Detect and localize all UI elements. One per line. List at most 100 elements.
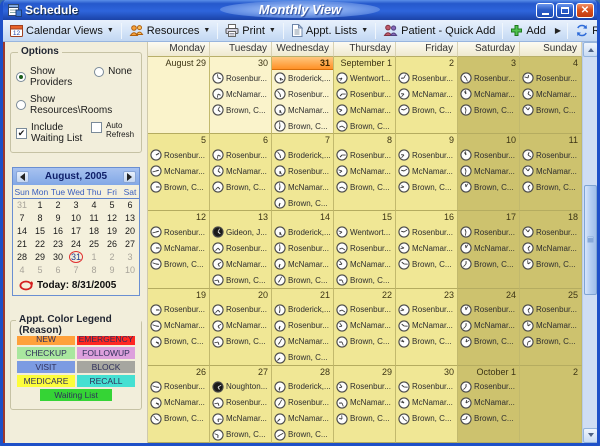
appointment-entry[interactable]: McNamar... (334, 163, 395, 179)
appointment-entry[interactable]: McNamar... (396, 86, 457, 102)
calendar-cell[interactable]: 9Rosenbur...McNamar...Brown, C... (396, 134, 458, 211)
calendar-cell[interactable]: 24Rosenbur...McNamar...Brown, C... (458, 289, 520, 366)
mini-calendar-day-cell[interactable]: 4 (85, 199, 103, 212)
mini-calendar-day-cell[interactable]: 17 (67, 225, 85, 238)
mini-calendar-day-cell[interactable]: 5 (103, 199, 121, 212)
mini-calendar-next-button[interactable] (123, 171, 136, 183)
calendar-cell[interactable]: September 1Wentwort...Rosenbur...McNamar… (334, 57, 396, 134)
mini-calendar-day-cell[interactable]: 2 (49, 199, 67, 212)
mini-calendar-day-cell[interactable]: 9 (49, 212, 67, 225)
appointment-entry[interactable]: Brown, C... (272, 272, 333, 288)
appointment-entry[interactable]: Rosenbur... (520, 302, 581, 318)
appointment-entry[interactable]: Brown, C... (396, 102, 457, 118)
calendar-cell[interactable]: 17Rosenbur...McNamar...Brown, C... (458, 211, 520, 288)
appointment-entry[interactable]: Rosenbur... (210, 147, 271, 163)
toolbar-refresh-button[interactable]: Refresh (570, 22, 600, 39)
appointment-entry[interactable]: Gideon, J... (210, 224, 271, 240)
appointment-entry[interactable]: Rosenbur... (334, 302, 395, 318)
appointment-entry[interactable]: McNamar... (520, 86, 581, 102)
appointment-entry[interactable]: Rosenbur... (148, 147, 209, 163)
calendar-cell[interactable]: 7Broderick,...Rosenbur...McNamar...Brown… (272, 134, 334, 211)
appointment-entry[interactable]: McNamar... (520, 163, 581, 179)
toolbar-appt-lists-button[interactable]: Appt. Lists▼ (286, 22, 373, 39)
appointment-entry[interactable]: McNamar... (210, 163, 271, 179)
calendar-cell[interactable]: 3Rosenbur...McNamar...Brown, C... (458, 57, 520, 134)
appointment-entry[interactable]: Brown, C... (396, 334, 457, 350)
mini-calendar-day-cell[interactable]: 8 (31, 212, 49, 225)
appointment-entry[interactable]: Brown, C... (458, 334, 519, 350)
appointment-entry[interactable]: McNamar... (396, 240, 457, 256)
mini-calendar-day-cell[interactable]: 14 (13, 225, 31, 238)
mini-calendar-day-cell[interactable]: 18 (85, 225, 103, 238)
minimize-button[interactable] (536, 3, 554, 18)
appointment-entry[interactable]: Brown, C... (520, 179, 581, 195)
mini-calendar-day-cell[interactable]: 3 (121, 251, 139, 264)
vertical-scrollbar[interactable] (582, 42, 597, 443)
mini-calendar-day-cell[interactable]: 30 (49, 251, 67, 264)
mini-calendar-day-cell[interactable]: 8 (85, 264, 103, 277)
mini-calendar-day-cell[interactable]: 25 (85, 238, 103, 251)
appointment-entry[interactable]: Brown, C... (148, 179, 209, 195)
mini-calendar-today-cell[interactable]: 31 (67, 251, 85, 264)
appointment-entry[interactable]: Brown, C... (272, 350, 333, 366)
appointment-entry[interactable]: McNamar... (148, 163, 209, 179)
appointment-entry[interactable]: Rosenbur... (148, 302, 209, 318)
appointment-entry[interactable]: Brown, C... (396, 411, 457, 427)
mini-calendar-day-cell[interactable]: 1 (31, 199, 49, 212)
calendar-cell[interactable]: 10Rosenbur...McNamar...Brown, C... (458, 134, 520, 211)
mini-calendar-day-cell[interactable]: 10 (121, 264, 139, 277)
appointment-entry[interactable]: McNamar... (520, 240, 581, 256)
scroll-up-button[interactable] (583, 42, 598, 57)
calendar-cell[interactable]: 15Wentwort...Rosenbur...McNamar...Brown,… (334, 211, 396, 288)
appointment-entry[interactable]: Rosenbur... (396, 379, 457, 395)
calendar-cell[interactable]: 23Rosenbur...McNamar...Brown, C... (396, 289, 458, 366)
calendar-cell[interactable]: 30Rosenbur...McNamar...Brown, C... (210, 57, 272, 134)
appointment-entry[interactable]: Rosenbur... (272, 395, 333, 411)
calendar-cell[interactable]: 11Rosenbur...McNamar...Brown, C... (520, 134, 582, 211)
appointment-entry[interactable]: Brown, C... (334, 179, 395, 195)
appointment-entry[interactable]: Brown, C... (520, 256, 581, 272)
calendar-cell[interactable]: 13Gideon, J...Rosenbur...McNamar...Brown… (210, 211, 272, 288)
calendar-cell[interactable]: 21Broderick,...Rosenbur...McNamar...Brow… (272, 289, 334, 366)
calendar-cell[interactable]: 5Rosenbur...McNamar...Brown, C... (148, 134, 210, 211)
mini-calendar-day-cell[interactable]: 19 (103, 225, 121, 238)
appointment-entry[interactable]: Brown, C... (210, 334, 271, 350)
appointment-entry[interactable]: Brown, C... (334, 411, 395, 427)
show-providers-radio[interactable]: Show Providers (16, 66, 94, 88)
toolbar-expander-button[interactable]: ▶ (551, 24, 565, 37)
toolbar-calendar-views-button[interactable]: 12Calendar Views▼ (5, 22, 119, 39)
appointment-entry[interactable]: McNamar... (334, 256, 395, 272)
appointment-entry[interactable]: Brown, C... (210, 102, 271, 118)
appointment-entry[interactable]: Brown, C... (520, 334, 581, 350)
mini-calendar-day-cell[interactable]: 28 (13, 251, 31, 264)
appointment-entry[interactable]: Rosenbur... (334, 379, 395, 395)
appointment-entry[interactable]: Brown, C... (272, 195, 333, 211)
appointment-entry[interactable]: Brown, C... (210, 427, 271, 443)
calendar-cell[interactable]: 18Rosenbur...McNamar...Brown, C... (520, 211, 582, 288)
mini-calendar-day-cell[interactable]: 23 (49, 238, 67, 251)
calendar-cell[interactable]: 14Broderick,...Rosenbur...McNamar...Brow… (272, 211, 334, 288)
maximize-button[interactable] (556, 3, 574, 18)
appointment-entry[interactable]: Brown, C... (334, 334, 395, 350)
toolbar-resources-button[interactable]: Resources▼ (124, 22, 216, 39)
appointment-entry[interactable]: Rosenbur... (148, 224, 209, 240)
appointment-entry[interactable]: Brown, C... (396, 179, 457, 195)
calendar-cell-today[interactable]: 31Broderick,...Rosenbur...McNamar...Brow… (272, 57, 334, 134)
mini-calendar-day-cell[interactable]: 13 (121, 212, 139, 225)
appointment-entry[interactable]: Rosenbur... (210, 395, 271, 411)
appointment-entry[interactable]: McNamar... (458, 240, 519, 256)
appointment-entry[interactable]: McNamar... (148, 318, 209, 334)
calendar-cell[interactable]: August 29 (148, 57, 210, 134)
calendar-cell[interactable]: 26Rosenbur...McNamar...Brown, C... (148, 366, 210, 443)
appointment-entry[interactable]: Broderick,... (272, 147, 333, 163)
calendar-cell[interactable]: October 1Rosenbur...McNamar...Brown, C..… (458, 366, 520, 443)
calendar-cell[interactable]: 30Rosenbur...McNamar...Brown, C... (396, 366, 458, 443)
calendar-cell[interactable]: 25Rosenbur...McNamar...Brown, C... (520, 289, 582, 366)
appointment-entry[interactable]: Brown, C... (520, 102, 581, 118)
appointment-entry[interactable]: Brown, C... (272, 118, 333, 134)
appointment-entry[interactable]: McNamar... (210, 411, 271, 427)
mini-calendar-day-cell[interactable]: 26 (103, 238, 121, 251)
appointment-entry[interactable]: Rosenbur... (520, 224, 581, 240)
appointment-entry[interactable]: Rosenbur... (458, 379, 519, 395)
calendar-cell[interactable]: 16Rosenbur...McNamar...Brown, C... (396, 211, 458, 288)
